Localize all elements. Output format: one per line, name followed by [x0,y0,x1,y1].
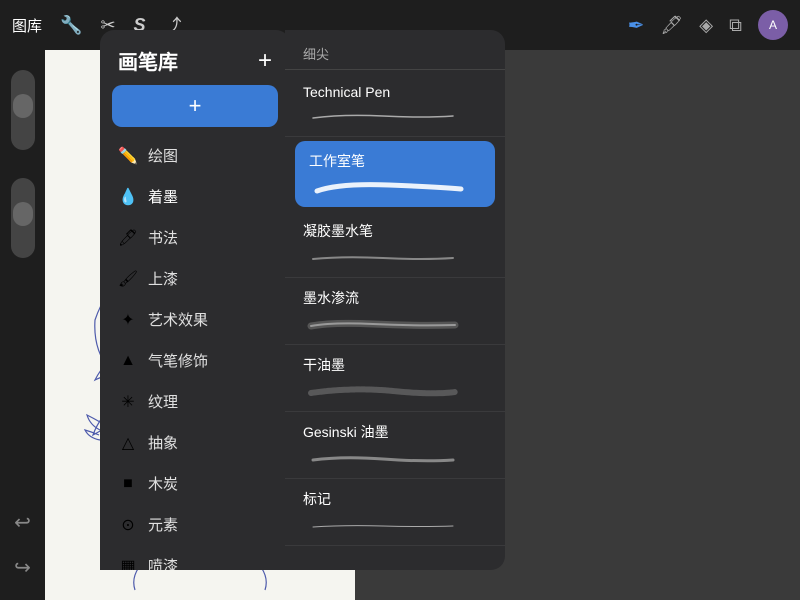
category-texture[interactable]: ✳ 纹理 [100,381,290,422]
category-airbrush[interactable]: ▲ 气笔修饰 [100,340,290,381]
wrench-icon[interactable]: 🔧 [60,15,82,36]
category-airbrush-label: 气笔修饰 [148,350,208,371]
brush-item-technical-pen[interactable]: Technical Pen [285,74,505,137]
layers-icon[interactable]: ⧉ [729,15,742,36]
brush-item-dry-ink[interactable]: 干油墨 [285,345,505,412]
category-elements-label: 元素 [148,514,178,535]
calligraphy-icon: 🖊 [118,228,138,248]
category-abstract-label: 抽象 [148,432,178,453]
brush-stroke-gesinski-ink [303,448,487,468]
smudge-icon[interactable]: 🖋 [660,15,683,36]
inking-icon: 💧 [118,187,138,207]
category-texture-label: 纹理 [148,391,178,412]
brush-item-studio-pen[interactable]: 工作室笔 [295,141,495,207]
category-abstract[interactable]: △ 抽象 [100,422,290,463]
undo-icon[interactable]: ↩ [14,510,31,535]
category-artistic[interactable]: ✦ 艺术效果 [100,299,290,340]
redo-icon[interactable]: ↪ [14,555,31,580]
brush-name-dry-ink: 干油墨 [303,355,487,375]
brush-library-add-button[interactable]: + [258,47,272,75]
brush-stroke-gel-pen [303,247,487,267]
brush-library-panel: 画笔库 + + ✏️ 绘图 💧 着墨 🖊 书法 🖌 上漆 ✦ 艺术效果 ▲ 气笔… [100,30,290,570]
size-slider[interactable] [11,178,35,258]
brush-item-marker[interactable]: 标记 [285,479,505,546]
add-brush-button[interactable]: + [112,85,278,127]
brush-item-ink-flow[interactable]: 墨水渗流 [285,278,505,345]
category-inking-label: 着墨 [148,186,178,207]
category-artistic-label: 艺术效果 [148,309,208,330]
brush-name-technical-pen: Technical Pen [303,84,487,100]
category-painting[interactable]: 🖌 上漆 [100,258,290,299]
draw-pen-icon[interactable]: ✒ [628,13,645,38]
category-calligraphy[interactable]: 🖊 书法 [100,217,290,258]
category-inking[interactable]: 💧 着墨 [100,176,290,217]
gallery-label[interactable]: 图库 [12,15,42,36]
brush-name-marker: 标记 [303,489,487,509]
toolbar-right: ✒ 🖋 ◈ ⧉ A [628,10,788,40]
category-spray-label: 喷漆 [148,555,178,570]
brush-stroke-marker [303,515,487,535]
brush-library-header: 画笔库 + [100,30,290,85]
brush-stroke-dry-ink [303,381,487,401]
abstract-icon: △ [118,433,138,453]
brush-stroke-ink-flow [303,314,487,334]
brush-stroke-studio-pen [309,177,481,197]
painting-icon: 🖌 [118,269,138,289]
brush-category-list: ✏️ 绘图 💧 着墨 🖊 书法 🖌 上漆 ✦ 艺术效果 ▲ 气笔修饰 ✳ 纹理 … [100,135,290,570]
brush-stroke-technical-pen [303,106,487,126]
sidebar-bottom-controls: ↩ ↪ [14,510,31,600]
category-painting-label: 上漆 [148,268,178,289]
elements-icon: ⊙ [118,515,138,535]
brush-name-ink-flow: 墨水渗流 [303,288,487,308]
brush-item-gel-pen[interactable]: 凝胶墨水笔 [285,211,505,278]
category-calligraphy-label: 书法 [148,227,178,248]
texture-icon: ✳ [118,392,138,412]
category-elements[interactable]: ⊙ 元素 [100,504,290,545]
left-sidebar: ↩ ↪ [0,50,45,600]
brush-name-gel-pen: 凝胶墨水笔 [303,221,487,241]
brush-name-gesinski-ink: Gesinski 油墨 [303,422,487,442]
spray-icon: ▦ [118,556,138,571]
category-spray[interactable]: ▦ 喷漆 [100,545,290,570]
artistic-icon: ✦ [118,310,138,330]
opacity-slider[interactable] [11,70,35,150]
brush-section-title: 细尖 [285,30,505,69]
category-drawing[interactable]: ✏️ 绘图 [100,135,290,176]
avatar[interactable]: A [758,10,788,40]
brush-detail-panel: 细尖 Technical Pen 工作室笔 凝胶墨水笔 墨水渗流 [285,30,505,570]
drawing-icon: ✏️ [118,146,138,166]
eraser-icon[interactable]: ◈ [699,15,713,36]
brush-item-gesinski-ink[interactable]: Gesinski 油墨 [285,412,505,479]
airbrush-icon: ▲ [118,351,138,371]
category-charcoal-label: 木炭 [148,473,178,494]
brush-library-title: 画笔库 [118,46,178,75]
category-drawing-label: 绘图 [148,145,178,166]
charcoal-icon: ■ [118,474,138,494]
brush-name-studio-pen: 工作室笔 [309,151,481,171]
category-charcoal[interactable]: ■ 木炭 [100,463,290,504]
